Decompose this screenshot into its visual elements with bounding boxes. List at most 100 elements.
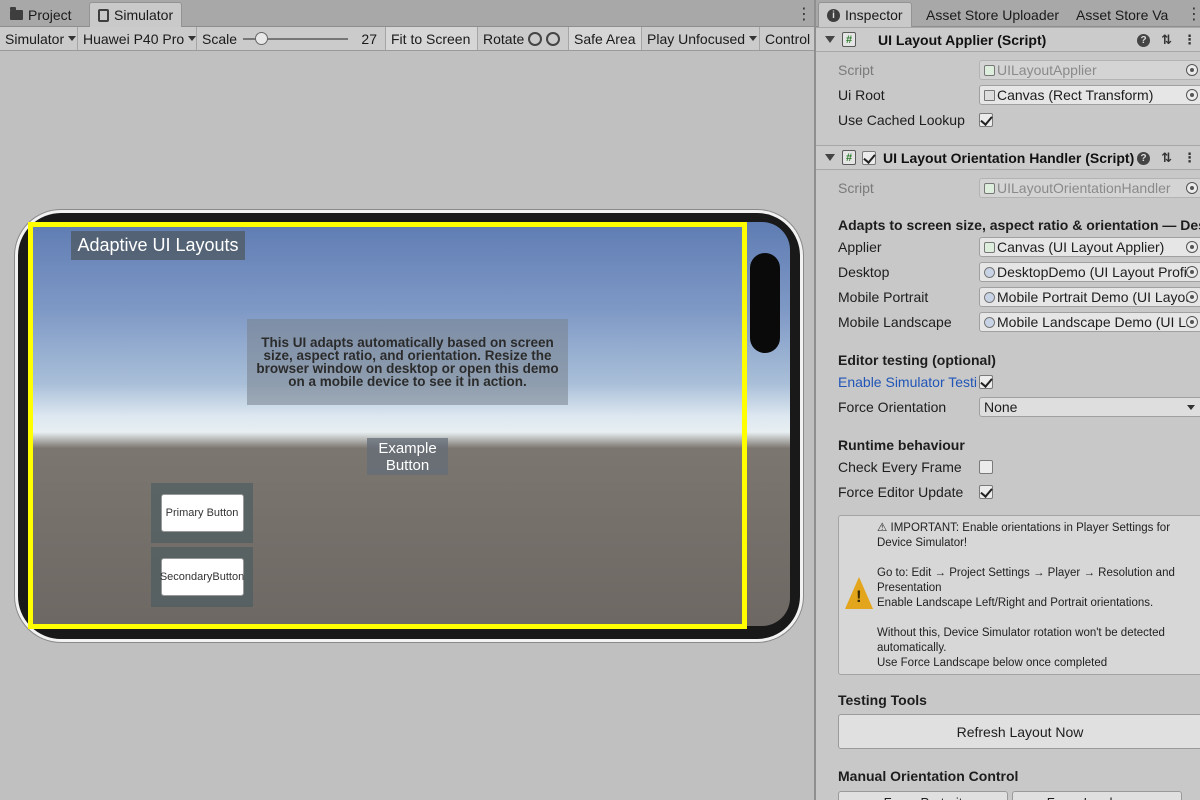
chevron-down-icon bbox=[749, 36, 758, 41]
simulator-toolbar: Simulator Huawei P40 Pro Scale 27 Fit to… bbox=[0, 27, 814, 51]
object-picker-icon[interactable] bbox=[1186, 266, 1198, 278]
applier-field[interactable]: Canvas (UI Layout Applier) bbox=[979, 237, 1200, 257]
simulator-panel: Project Simulator ⋮ Simulator Huawei P40… bbox=[0, 0, 814, 800]
runtime-heading: Runtime behaviour bbox=[838, 437, 965, 453]
foldout-arrow-icon[interactable] bbox=[825, 154, 835, 161]
cached-lookup-label: Use Cached Lookup bbox=[838, 112, 965, 128]
tab-inspector[interactable]: i Inspector bbox=[818, 2, 912, 27]
header-icons: ? ⇅ ⋮ bbox=[1137, 150, 1196, 166]
force-landscape-button[interactable]: Force Landscape bbox=[1012, 791, 1182, 800]
help-line: Without this, Device Simulator rotation … bbox=[877, 627, 1165, 654]
mobile-portrait-row: Mobile Portrait Mobile Portrait Demo (UI… bbox=[838, 286, 1200, 308]
right-tab-bar: i Inspector Asset Store Uploader Asset S… bbox=[816, 0, 1200, 27]
more-options-icon[interactable]: ⋮ bbox=[1186, 4, 1200, 24]
rotate-control: Rotate bbox=[478, 27, 569, 50]
testing-tools-heading: Testing Tools bbox=[838, 692, 927, 708]
more-options-icon[interactable]: ⋮ bbox=[796, 4, 812, 24]
fit-to-screen-button[interactable]: Fit to Screen bbox=[386, 27, 478, 50]
force-orientation-dropdown[interactable]: None bbox=[979, 397, 1200, 417]
tab-asset-store-uploader[interactable]: Asset Store Uploader bbox=[918, 2, 1067, 27]
comp2-script-row: Script UILayoutOrientationHandler bbox=[838, 177, 1200, 199]
tab-asset-store-validator[interactable]: Asset Store Va bbox=[1068, 2, 1176, 27]
tab-uploader-label: Asset Store Uploader bbox=[926, 6, 1060, 23]
cached-lookup-checkbox[interactable] bbox=[979, 113, 993, 127]
help-text: ⚠ IMPORTANT: Enable orientations in Play… bbox=[877, 521, 1199, 671]
game-info-label: This UI adapts automatically based on sc… bbox=[256, 335, 559, 389]
header-icons: ? ⇅ ⋮ bbox=[1137, 32, 1196, 48]
refresh-layout-button[interactable]: Refresh Layout Now bbox=[838, 714, 1200, 749]
foldout-arrow-icon[interactable] bbox=[825, 36, 835, 43]
secondary-button[interactable]: SecondaryButton bbox=[160, 558, 244, 596]
ui-layout-applier-header[interactable]: # UI Layout Applier (Script) ? ⇅ ⋮ bbox=[816, 27, 1200, 52]
component-title: UI Layout Orientation Handler (Script) bbox=[883, 149, 1135, 166]
enable-simulator-checkbox[interactable] bbox=[979, 375, 993, 389]
force-portrait-button[interactable]: Force Portrait bbox=[838, 791, 1008, 800]
check-every-frame-checkbox[interactable] bbox=[979, 460, 993, 474]
control-label: Control bbox=[765, 30, 811, 47]
script-field-value: UILayoutOrientationHandler bbox=[997, 180, 1171, 196]
control-dropdown[interactable]: Control bbox=[760, 27, 814, 50]
context-menu-icon[interactable]: ⋮ bbox=[1183, 32, 1196, 48]
phone-icon bbox=[98, 8, 109, 22]
left-tab-bar: Project Simulator ⋮ bbox=[0, 0, 814, 27]
device-dropdown[interactable]: Huawei P40 Pro bbox=[78, 27, 197, 50]
safe-area-toggle[interactable]: Safe Area bbox=[569, 27, 642, 50]
mobile-landscape-field[interactable]: Mobile Landscape Demo (UI La bbox=[979, 312, 1200, 332]
script-file-icon bbox=[984, 64, 995, 76]
help-icon[interactable]: ? bbox=[1137, 33, 1151, 47]
orientation-handler-header[interactable]: # UI Layout Orientation Handler (Script)… bbox=[816, 145, 1200, 170]
example-button[interactable]: Example Button bbox=[367, 438, 448, 475]
object-picker-icon[interactable] bbox=[1186, 316, 1198, 328]
chevron-down-icon bbox=[188, 36, 197, 41]
desktop-value: DesktopDemo (UI Layout Profil bbox=[997, 264, 1190, 280]
ui-root-value: Canvas (Rect Transform) bbox=[997, 87, 1154, 103]
cached-lookup-row: Use Cached Lookup bbox=[838, 109, 1200, 131]
help-line: ⚠ IMPORTANT: Enable orientations in Play… bbox=[877, 522, 1171, 549]
ui-root-field[interactable]: Canvas (Rect Transform) bbox=[979, 85, 1200, 105]
primary-button-container: Primary Button bbox=[151, 483, 253, 543]
script-icon: # bbox=[842, 150, 856, 165]
preset-icon[interactable]: ⇅ bbox=[1161, 32, 1172, 48]
scale-value: 27 bbox=[361, 30, 377, 47]
applier-label: Applier bbox=[838, 239, 882, 255]
rotate-left-icon[interactable] bbox=[528, 31, 543, 46]
check-every-frame-label: Check Every Frame bbox=[838, 459, 962, 475]
mobile-landscape-label: Mobile Landscape bbox=[838, 314, 952, 330]
tab-project[interactable]: Project bbox=[2, 2, 80, 27]
help-icon[interactable]: ? bbox=[1137, 151, 1151, 165]
rotate-right-icon[interactable] bbox=[546, 31, 561, 46]
script-file-icon bbox=[984, 182, 995, 194]
object-picker-icon bbox=[1186, 64, 1198, 76]
object-picker-icon bbox=[1186, 182, 1198, 194]
applier-row: Applier Canvas (UI Layout Applier) bbox=[838, 236, 1200, 258]
mobile-portrait-field[interactable]: Mobile Portrait Demo (UI Layou bbox=[979, 287, 1200, 307]
mobile-portrait-label: Mobile Portrait bbox=[838, 289, 929, 305]
ui-root-row: Ui Root Canvas (Rect Transform) bbox=[838, 84, 1200, 106]
script-field-value: UILayoutApplier bbox=[997, 62, 1097, 78]
inspector-panel: i Inspector Asset Store Uploader Asset S… bbox=[814, 0, 1200, 800]
preset-icon[interactable]: ⇅ bbox=[1161, 150, 1172, 166]
force-editor-update-checkbox[interactable] bbox=[979, 485, 993, 499]
context-menu-icon[interactable]: ⋮ bbox=[1183, 150, 1196, 166]
scale-label: Scale bbox=[202, 30, 238, 47]
play-mode-dropdown[interactable]: Play Unfocused bbox=[642, 27, 760, 50]
primary-button[interactable]: Primary Button bbox=[160, 494, 244, 532]
editor-testing-heading: Editor testing (optional) bbox=[838, 352, 996, 368]
desktop-field[interactable]: DesktopDemo (UI Layout Profil bbox=[979, 262, 1200, 282]
object-picker-icon[interactable] bbox=[1186, 89, 1198, 101]
object-picker-icon[interactable] bbox=[1186, 291, 1198, 303]
enable-simulator-row: Enable Simulator Testir bbox=[838, 371, 1200, 393]
info-icon: i bbox=[827, 8, 840, 22]
force-orientation-row: Force Orientation None bbox=[838, 396, 1200, 418]
tab-simulator[interactable]: Simulator bbox=[89, 2, 183, 27]
chevron-down-icon bbox=[68, 36, 77, 41]
manual-orientation-heading: Manual Orientation Control bbox=[838, 768, 1019, 784]
help-line: Go to: Edit → Project Settings → Player … bbox=[877, 567, 1175, 594]
chevron-down-icon bbox=[1187, 405, 1195, 410]
mode-dropdown[interactable]: Simulator bbox=[0, 27, 78, 50]
mobile-landscape-value: Mobile Landscape Demo (UI La bbox=[997, 314, 1194, 330]
component-enabled-checkbox[interactable] bbox=[862, 150, 876, 165]
desktop-row: Desktop DesktopDemo (UI Layout Profil bbox=[838, 261, 1200, 283]
object-picker-icon[interactable] bbox=[1186, 241, 1198, 253]
script-icon: # bbox=[842, 32, 856, 47]
